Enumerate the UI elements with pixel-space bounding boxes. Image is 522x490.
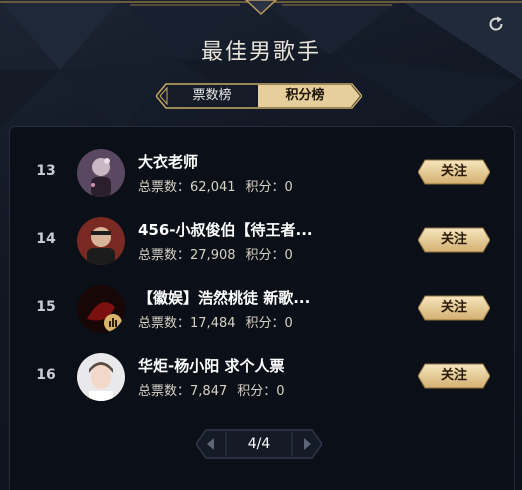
points-label: 积分： <box>245 316 285 331</box>
points-value: 0 <box>284 248 293 263</box>
points-value: 0 <box>284 316 293 331</box>
avatar[interactable] <box>77 285 125 333</box>
avatar-image <box>77 353 125 401</box>
list-item: 14 456-小叔俊伯【待王者... 总票数：27,908 积分：0 关注 <box>10 211 514 271</box>
avatar[interactable] <box>77 217 125 265</box>
refresh-icon <box>489 16 503 31</box>
rank-number: 15 <box>36 299 56 315</box>
rank-number: 16 <box>36 367 56 383</box>
follow-button-label: 关注 <box>440 232 467 247</box>
singer-name: 456-小叔俊伯【待王者... <box>138 221 313 239</box>
votes-label: 总票数： <box>138 316 191 331</box>
rank-number: 13 <box>36 163 56 179</box>
follow-button[interactable]: 关注 <box>418 294 490 322</box>
points-label: 积分： <box>237 384 277 399</box>
follow-button[interactable]: 关注 <box>418 158 490 186</box>
tab-points-ranking[interactable]: 积分榜 <box>258 82 352 110</box>
votes-label: 总票数： <box>138 248 191 263</box>
points-value: 0 <box>276 384 285 399</box>
avatar-image <box>77 217 125 265</box>
page-indicator: 4/4 <box>247 436 271 452</box>
votes-label: 总票数： <box>138 384 191 399</box>
next-page-button[interactable] <box>292 428 322 460</box>
tab-votes-ranking[interactable]: 票数榜 <box>166 82 258 110</box>
refresh-button[interactable] <box>486 14 506 34</box>
prev-page-button[interactable] <box>196 428 226 460</box>
points-label: 积分： <box>245 248 285 263</box>
follow-button-label: 关注 <box>440 164 467 179</box>
votes-value: 62,041 <box>190 180 236 195</box>
best-male-singer-panel: 最佳男歌手 票数榜 积分榜 13 大衣老师 总票数：62,041 积分：0 关注… <box>0 0 522 490</box>
list-item: 15 【徽娱】浩然桃徒 新歌... 总票数：17,484 积分：0 关注 <box>10 279 514 339</box>
list-item: 16 华炬-杨小阳 求个人票 总票数：7,847 积分：0 关注 <box>10 347 514 407</box>
singer-stats: 总票数：7,847 积分：0 <box>138 380 285 399</box>
list-item: 13 大衣老师 总票数：62,041 积分：0 关注 <box>10 143 514 203</box>
singer-stats: 总票数：27,908 积分：0 <box>138 244 293 263</box>
points-value: 0 <box>284 180 293 195</box>
singer-stats: 总票数：17,484 积分：0 <box>138 312 293 331</box>
avatar[interactable] <box>77 149 125 197</box>
votes-value: 27,908 <box>190 248 236 263</box>
rank-number: 14 <box>36 231 56 247</box>
page-title: 最佳男歌手 <box>200 40 321 65</box>
follow-button[interactable]: 关注 <box>418 362 490 390</box>
avatar-image <box>77 149 125 197</box>
top-frame-ornament <box>0 0 522 16</box>
votes-value: 17,484 <box>190 316 236 331</box>
follow-button-label: 关注 <box>440 300 467 315</box>
avatar[interactable] <box>77 353 125 401</box>
avatar-image <box>77 285 125 333</box>
chevron-right-icon <box>304 438 311 450</box>
follow-button-label: 关注 <box>440 368 467 383</box>
points-label: 积分： <box>245 180 285 195</box>
singer-name: 华炬-杨小阳 求个人票 <box>138 357 285 375</box>
singer-stats: 总票数：62,041 积分：0 <box>138 176 293 195</box>
votes-value: 7,847 <box>190 384 228 399</box>
singer-name: 大衣老师 <box>138 153 199 171</box>
ranking-tabs: 票数榜 积分榜 <box>156 82 362 110</box>
pagination: 4/4 <box>196 428 322 460</box>
singer-name: 【徽娱】浩然桃徒 新歌... <box>138 289 311 307</box>
chevron-left-icon <box>207 438 214 450</box>
votes-label: 总票数： <box>138 180 191 195</box>
follow-button[interactable]: 关注 <box>418 226 490 254</box>
